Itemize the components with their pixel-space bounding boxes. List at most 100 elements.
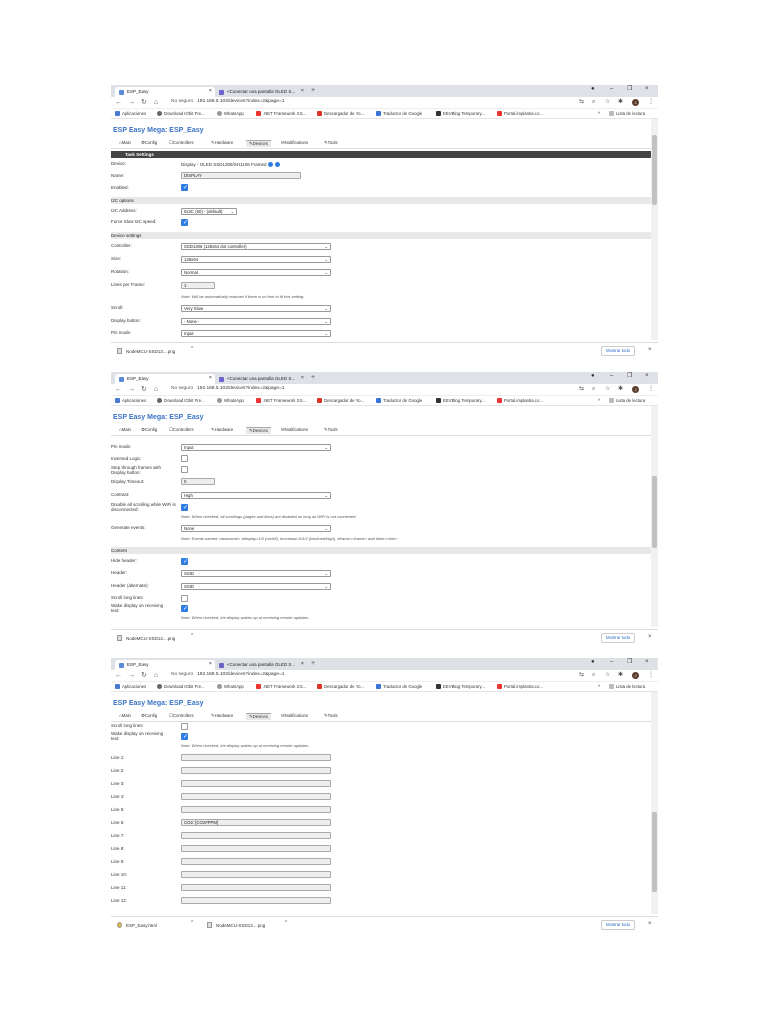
menu-notifications[interactable]: ✉Notifications xyxy=(281,140,308,145)
home-icon[interactable]: ⌂ xyxy=(154,386,158,393)
close-icon[interactable]: × xyxy=(648,921,652,927)
bookmark-whatsapp[interactable]: WhatsApp xyxy=(217,684,244,689)
line-10-field[interactable] xyxy=(181,871,331,878)
bookmark-eevblog[interactable]: EEVBlog Temporary... xyxy=(436,684,485,689)
chevron-up-icon[interactable]: ^ xyxy=(191,921,193,926)
size-select[interactable]: 128x64 ⌄ xyxy=(181,256,331,263)
show-all-button[interactable]: Mostrar todo xyxy=(601,633,636,644)
show-all-button[interactable]: Mostrar todo xyxy=(601,346,636,357)
bookmark-iobit[interactable]: Download IObit Fre... xyxy=(157,684,205,689)
bookmark-implantia[interactable]: Portal.implantia.co... xyxy=(497,111,543,116)
back-icon[interactable]: ← xyxy=(115,386,122,393)
home-icon[interactable]: ⌂ xyxy=(154,672,158,679)
generate-events-select[interactable]: None ⌄ xyxy=(181,525,331,532)
scroll-long-lines-checkbox[interactable] xyxy=(181,723,188,730)
bookmark-eevblog[interactable]: EEVBlog Temporary... xyxy=(436,398,485,403)
bookmark-iobit[interactable]: Download IObit Fre... xyxy=(157,111,205,116)
minimize-icon[interactable]: – xyxy=(610,86,613,92)
menu-controllers[interactable]: ☐Controllers xyxy=(169,140,194,145)
scrollbar-thumb[interactable] xyxy=(652,476,657,548)
tab-oled-article[interactable]: <Conectar una pantalla OLED S... × xyxy=(215,87,307,97)
hide-header-checkbox[interactable] xyxy=(181,558,188,566)
reload-icon[interactable]: ↻ xyxy=(141,386,147,393)
maximize-icon[interactable]: ❐ xyxy=(627,659,632,665)
bookmark-google-translate[interactable]: Traductor de Google xyxy=(376,111,422,116)
line-12-field[interactable] xyxy=(181,897,331,904)
forward-icon[interactable]: → xyxy=(128,672,135,679)
line-1-field[interactable] xyxy=(181,754,331,761)
menu-main[interactable]: ⌂Main xyxy=(119,713,131,718)
url-field[interactable]: No seguro 192.168.5.103/devices?index=2&p… xyxy=(171,672,284,678)
zoom-icon[interactable]: ⌕ xyxy=(592,672,595,678)
rotation-select[interactable]: Normal ⌄ xyxy=(181,269,331,276)
reading-list[interactable]: Lista de lectura xyxy=(609,111,645,116)
more-bookmarks-icon[interactable]: » xyxy=(598,397,600,402)
display-button-select[interactable]: - None - ⌄ xyxy=(181,318,331,325)
info-icon[interactable] xyxy=(275,162,281,167)
line-5-field[interactable] xyxy=(181,806,331,813)
wake-display-checkbox[interactable] xyxy=(181,733,188,741)
menu-main[interactable]: ⌂Main xyxy=(119,140,131,145)
step-frames-checkbox[interactable] xyxy=(181,466,188,473)
back-icon[interactable]: ← xyxy=(115,99,122,106)
menu-config[interactable]: ⚙Config xyxy=(141,427,157,432)
menu-notifications[interactable]: ✉Notifications xyxy=(281,427,308,432)
header-alternate-select[interactable]: SSID ⌄ xyxy=(181,583,331,590)
scrollbar[interactable] xyxy=(651,406,658,627)
new-tab-icon[interactable]: + xyxy=(311,660,315,667)
show-all-button[interactable]: Mostrar todo xyxy=(601,920,636,931)
tab-esp-easy[interactable]: ESP_Easy × xyxy=(115,87,215,97)
display-timeout-field[interactable]: 0 xyxy=(181,478,215,485)
chevron-up-icon[interactable]: ^ xyxy=(191,634,193,639)
url-field[interactable]: No seguro 192.168.5.103/devices?index=2&p… xyxy=(171,99,284,105)
window-close-icon[interactable]: × xyxy=(645,659,649,665)
scrollbar[interactable] xyxy=(651,119,658,340)
menu-tools[interactable]: ✎Tools xyxy=(324,427,338,432)
extensions-icon[interactable]: ✱ xyxy=(618,386,623,392)
i2c-address-select[interactable]: 0x3C (60) - (default) ⌄ xyxy=(181,208,237,215)
menu-devices[interactable]: ✎Devices xyxy=(246,427,271,435)
disable-scroll-checkbox[interactable] xyxy=(181,504,188,512)
line-8-field[interactable] xyxy=(181,845,331,852)
close-icon[interactable]: × xyxy=(209,661,212,668)
scroll-select[interactable]: Very Slow ⌄ xyxy=(181,305,331,312)
profile-badge-icon[interactable]: ● xyxy=(591,659,595,665)
scrollbar-thumb[interactable] xyxy=(652,812,657,892)
menu-dots-icon[interactable]: ⋮ xyxy=(648,386,654,392)
menu-notifications[interactable]: ✉Notifications xyxy=(281,713,308,718)
line-7-field[interactable] xyxy=(181,832,331,839)
menu-hardware[interactable]: ✎Hardware xyxy=(211,427,233,432)
bookmark-whatsapp[interactable]: WhatsApp xyxy=(217,111,244,116)
tab-esp-easy[interactable]: ESP_Easy × xyxy=(115,660,215,670)
bookmark-iobit[interactable]: Download IObit Fre... xyxy=(157,398,205,403)
back-icon[interactable]: ← xyxy=(115,672,122,679)
line-11-field[interactable] xyxy=(181,884,331,891)
menu-config[interactable]: ⚙Config xyxy=(141,713,157,718)
lines-per-frame-field[interactable]: 1 xyxy=(181,282,215,289)
home-icon[interactable]: ⌂ xyxy=(154,99,158,106)
tab-oled-article[interactable]: <Conectar una pantalla OLED S... × xyxy=(215,374,307,384)
bookmark-google-translate[interactable]: Traductor de Google xyxy=(376,398,422,403)
download-item[interactable]: NodeMCU-SSD13....png xyxy=(117,348,175,355)
url-field[interactable]: No seguro 192.168.5.103/devices?index=2&p… xyxy=(171,386,284,392)
scrollbar-thumb[interactable] xyxy=(652,135,657,205)
chevron-up-icon[interactable]: ^ xyxy=(285,921,287,926)
help-icon[interactable] xyxy=(268,162,274,167)
minimize-icon[interactable]: – xyxy=(610,659,613,665)
menu-dots-icon[interactable]: ⋮ xyxy=(648,99,654,105)
download-item-png[interactable]: NodeMCU-SSD13....png xyxy=(207,922,265,929)
close-icon[interactable]: × xyxy=(301,375,304,382)
avatar[interactable]: J xyxy=(632,99,639,106)
maximize-icon[interactable]: ❐ xyxy=(627,86,632,92)
avatar[interactable]: J xyxy=(632,672,639,679)
line-6-field[interactable]: CO2: [CO2#PPM] xyxy=(181,819,331,826)
more-bookmarks-icon[interactable]: » xyxy=(598,110,600,115)
close-icon[interactable]: × xyxy=(209,375,212,382)
tab-oled-article[interactable]: <Conectar una pantalla OLED S... × xyxy=(215,660,307,670)
menu-hardware[interactable]: ✎Hardware xyxy=(211,713,233,718)
bookmark-youtube-dl[interactable]: Descargador de Yo... xyxy=(317,111,364,116)
star-icon[interactable]: ☆ xyxy=(605,386,610,392)
close-icon[interactable]: × xyxy=(648,634,652,640)
force-slow-checkbox[interactable] xyxy=(181,219,188,227)
menu-controllers[interactable]: ☐Controllers xyxy=(169,427,194,432)
